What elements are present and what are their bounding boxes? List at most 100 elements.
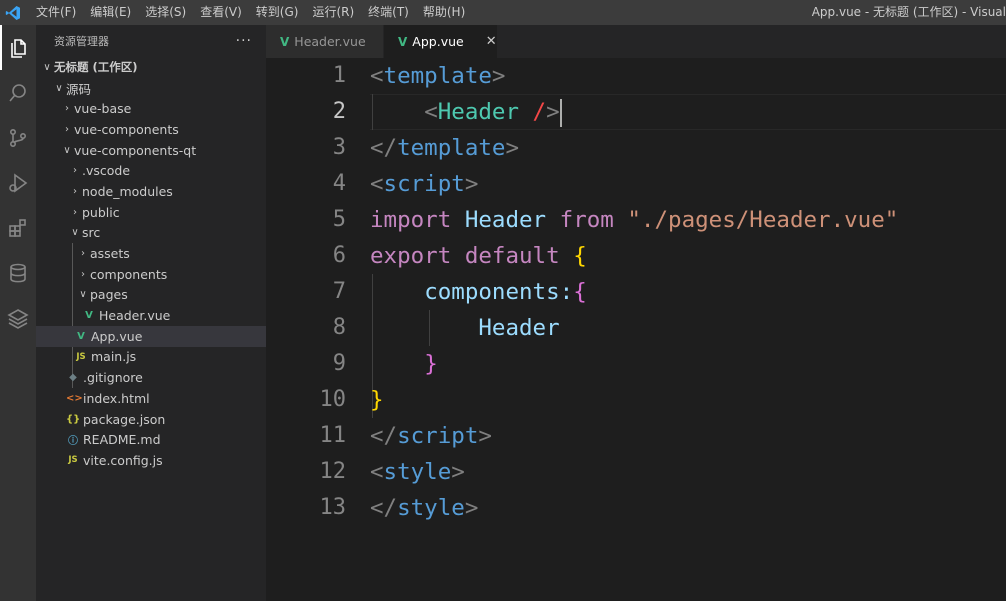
- line-number: 7: [332, 279, 346, 304]
- chevron-right-icon: ›: [65, 103, 69, 115]
- tree-file-package-json[interactable]: {} package.json: [36, 409, 266, 430]
- chevron-right-icon: ›: [73, 185, 77, 197]
- vscode-logo-icon: [0, 0, 25, 25]
- html-file-icon: <>: [66, 392, 83, 404]
- close-icon[interactable]: ✕: [486, 34, 497, 49]
- menu-file[interactable]: 文件(F): [29, 0, 83, 25]
- code-line: 13 </style>: [266, 490, 1006, 526]
- tab-app-vue[interactable]: V App.vue ✕: [384, 25, 498, 58]
- file-tree: ∨ 无标题 (工作区) ∨ 源码 › vue-base › vue-compon…: [36, 57, 266, 471]
- tab-header-vue[interactable]: V Header.vue: [266, 25, 384, 58]
- code-text: export default {: [370, 243, 587, 269]
- menu-go[interactable]: 转到(G): [249, 0, 306, 25]
- tab-label: Header.vue: [294, 34, 366, 49]
- line-number: 13: [319, 495, 347, 520]
- tree-folder-node-modules[interactable]: › node_modules: [36, 181, 266, 202]
- code-line: 1 <template>: [266, 58, 1006, 94]
- gitignore-file-icon: ◆: [69, 372, 77, 384]
- code-line: 11 </script>: [266, 418, 1006, 454]
- tree-label: node_modules: [82, 183, 173, 199]
- explorer-title: 资源管理器: [54, 35, 109, 48]
- line-number: 1: [332, 63, 346, 88]
- code-text: </style>: [370, 495, 479, 521]
- menu-terminal[interactable]: 终端(T): [361, 0, 416, 25]
- vue-file-icon: V: [85, 310, 93, 322]
- tree-label: 无标题 (工作区): [54, 60, 138, 75]
- tree-file-index-html[interactable]: <> index.html: [36, 388, 266, 409]
- tree-label: .vscode: [82, 163, 131, 179]
- activity-bar: [0, 25, 36, 601]
- tree-folder-src[interactable]: ∨ src: [36, 223, 266, 244]
- tree-folder-assets[interactable]: › assets: [36, 243, 266, 264]
- menu-help[interactable]: 帮助(H): [416, 0, 472, 25]
- menu-view[interactable]: 查看(V): [193, 0, 249, 25]
- code-text: </script>: [370, 423, 492, 449]
- code-line: 5 import Header from "./pages/Header.vue…: [266, 202, 1006, 238]
- tree-folder-pages[interactable]: ∨ pages: [36, 285, 266, 306]
- menu-run[interactable]: 运行(R): [305, 0, 361, 25]
- tree-folder-public[interactable]: › public: [36, 202, 266, 223]
- code-text: <script>: [370, 171, 479, 197]
- menu-edit[interactable]: 编辑(E): [83, 0, 138, 25]
- more-actions-icon[interactable]: ···: [236, 33, 252, 49]
- tree-label: index.html: [83, 390, 150, 406]
- json-file-icon: {}: [66, 413, 81, 425]
- tree-folder-components[interactable]: › components: [36, 264, 266, 285]
- chevron-down-icon: ∨: [63, 144, 71, 156]
- code-text: <style>: [370, 459, 465, 485]
- tree-file-header-vue[interactable]: V Header.vue: [36, 305, 266, 326]
- window-title: App.vue - 无标题 (工作区) - Visual: [811, 5, 1006, 19]
- chevron-right-icon: ›: [81, 248, 85, 260]
- tree-label: .gitignore: [83, 370, 143, 386]
- code-line: 7 components:{: [266, 274, 1006, 310]
- code-line: 12 <style>: [266, 454, 1006, 490]
- tree-folder-root[interactable]: ∨ 源码: [36, 78, 266, 99]
- code-text: }: [370, 387, 384, 413]
- tree-label: vue-components-qt: [74, 142, 197, 158]
- explorer-sidebar: 资源管理器 ··· ∨ 无标题 (工作区) ∨ 源码 › vue-base › …: [36, 25, 266, 601]
- tree-label: vite.config.js: [83, 452, 163, 468]
- explorer-icon[interactable]: [0, 25, 36, 70]
- tab-label: App.vue: [412, 34, 464, 49]
- tree-file-main-js[interactable]: JS main.js: [36, 347, 266, 368]
- vue-file-icon: V: [77, 330, 85, 342]
- code-line: 3 </template>: [266, 130, 1006, 166]
- line-number: 3: [332, 135, 346, 160]
- tree-folder-vue-components-qt[interactable]: ∨ vue-components-qt: [36, 140, 266, 161]
- line-number: 9: [332, 351, 346, 376]
- tree-folder-vscode[interactable]: › .vscode: [36, 160, 266, 181]
- tree-label: 源码: [66, 81, 92, 97]
- code-editor[interactable]: 1 <template> 2 <Header /> 3 </template> …: [266, 58, 1006, 601]
- tree-file-readme[interactable]: ⓘ README.md: [36, 429, 266, 450]
- code-line: 8 Header: [266, 310, 1006, 346]
- run-debug-icon[interactable]: [0, 160, 36, 205]
- extensions-icon[interactable]: [0, 205, 36, 250]
- menu-selection[interactable]: 选择(S): [138, 0, 193, 25]
- js-file-icon: JS: [76, 351, 86, 362]
- vue-file-icon: V: [280, 34, 290, 49]
- tree-folder-vue-base[interactable]: › vue-base: [36, 98, 266, 119]
- tree-file-gitignore[interactable]: ◆ .gitignore: [36, 367, 266, 388]
- layers-icon[interactable]: [0, 295, 36, 340]
- info-file-icon: ⓘ: [68, 436, 78, 448]
- js-file-icon: JS: [68, 455, 78, 466]
- line-number: 2: [332, 99, 346, 124]
- line-number: 4: [332, 171, 346, 196]
- code-text: Header: [478, 315, 560, 341]
- database-icon[interactable]: [0, 250, 36, 295]
- tree-file-app-vue[interactable]: V App.vue: [36, 325, 266, 347]
- tree-file-vite-config[interactable]: JS vite.config.js: [36, 450, 266, 471]
- tree-label: vue-base: [74, 101, 132, 117]
- line-number: 5: [332, 207, 346, 232]
- tree-label: App.vue: [91, 328, 143, 344]
- chevron-right-icon: ›: [81, 268, 85, 280]
- tree-folder-vue-components[interactable]: › vue-components: [36, 119, 266, 140]
- code-text: import Header from "./pages/Header.vue": [370, 207, 899, 233]
- source-control-icon[interactable]: [0, 115, 36, 160]
- chevron-right-icon: ›: [73, 165, 77, 177]
- line-number: 10: [319, 387, 347, 412]
- tree-workspace[interactable]: ∨ 无标题 (工作区): [36, 57, 266, 78]
- search-icon[interactable]: [0, 70, 36, 115]
- line-number: 6: [332, 243, 346, 268]
- code-text: components:{: [424, 279, 587, 305]
